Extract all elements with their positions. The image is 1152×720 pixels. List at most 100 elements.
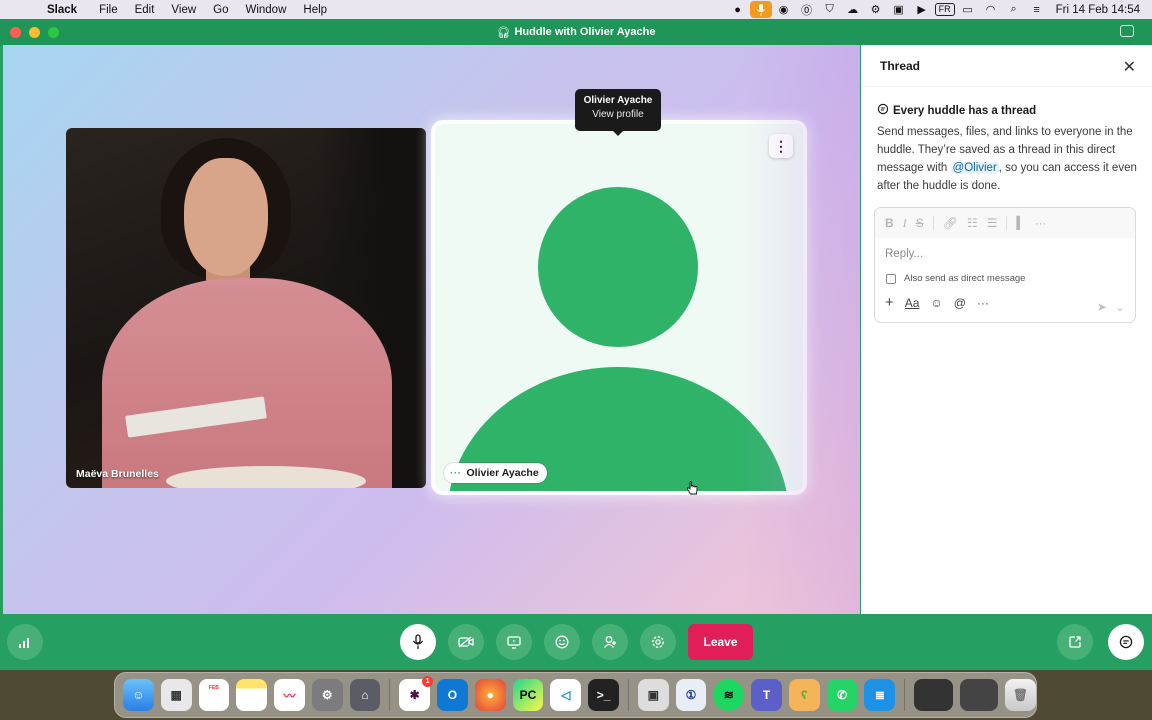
menu-go[interactable]: Go [213, 4, 228, 16]
reply-input[interactable]: Reply... [885, 248, 1135, 260]
send-options-chevron-icon[interactable]: ⌄ [1115, 300, 1125, 314]
vscode-icon[interactable]: ◁ [550, 679, 582, 711]
signal-icon[interactable] [7, 624, 43, 660]
spotify-icon[interactable]: ≋ [713, 679, 745, 711]
mention-olivier[interactable]: @Olivier [950, 162, 999, 174]
1password-dock-icon[interactable]: ① [675, 679, 707, 711]
mention-icon[interactable]: @ [954, 296, 966, 310]
search-icon[interactable]: ⌕ [1003, 0, 1025, 19]
link-icon[interactable]: 🔗︎ [943, 216, 958, 230]
alfred-icon[interactable]: ⌂ [349, 679, 381, 711]
blockquote-icon[interactable]: ▍ [1016, 216, 1025, 230]
emoji-icon[interactable]: ☺ [930, 296, 942, 310]
minimized-window-2-icon[interactable] [959, 679, 999, 711]
italic-icon[interactable]: I [903, 216, 907, 231]
firefox-icon[interactable]: ● [474, 679, 506, 711]
hand-cursor-icon [686, 481, 698, 495]
huddle-window: 🎧︎ Huddle with Olivier Ayache Maëva Brun… [0, 19, 1152, 670]
trash-icon[interactable]: 🗑︎ [1005, 679, 1036, 711]
leave-button[interactable]: Leave [688, 624, 753, 660]
more-format-icon[interactable]: ··· [1035, 216, 1047, 230]
minimized-window-1-icon[interactable] [914, 679, 953, 711]
tooltip-view-profile[interactable]: View profile [575, 109, 661, 120]
input-source[interactable]: FR [934, 3, 955, 16]
menu-edit[interactable]: Edit [135, 4, 155, 16]
battery-icon[interactable]: ▭ [957, 0, 979, 19]
popout-button[interactable] [1057, 624, 1093, 660]
record-icon[interactable]: ● [727, 0, 749, 19]
picture-in-picture-icon[interactable] [1120, 25, 1134, 37]
more-actions-icon[interactable]: ··· [977, 296, 989, 310]
ordered-list-icon[interactable]: ☷ [967, 216, 978, 230]
whatsapp-icon[interactable]: ✆ [826, 679, 858, 711]
notes-icon[interactable] [236, 679, 268, 711]
send-area: ➤ ⌄ [1097, 300, 1125, 314]
thread-info-title: Every huddle has a thread [877, 103, 1152, 118]
terminal-icon[interactable]: >_ [588, 679, 619, 711]
reply-composer: B I S 🔗︎ ☷ ☰ ▍ ··· Reply... Also send as… [874, 207, 1136, 323]
teams-icon[interactable]: T [751, 679, 782, 711]
close-window-button[interactable] [10, 27, 21, 38]
participant-name-maeva: Maëva Brunelles [76, 468, 159, 480]
slack-icon[interactable]: ✱ 1 [399, 676, 434, 711]
thread-info-heading: Every huddle has a thread [893, 104, 1037, 117]
text-format-icon[interactable]: Aa [905, 296, 920, 310]
video-off-button[interactable] [448, 624, 484, 660]
screenshot-icon[interactable]: ▣ [888, 0, 910, 19]
dm-checkbox-row[interactable]: Also send as direct message [886, 273, 1135, 284]
send-icon[interactable]: ➤ [1097, 300, 1107, 314]
docker-icon[interactable]: ≣ [864, 679, 896, 711]
pycharm-icon[interactable]: PC [512, 679, 544, 711]
system-settings-icon[interactable]: ⚙ [311, 679, 343, 711]
invite-button[interactable] [592, 624, 628, 660]
headphones-icon: 🎧︎ [496, 26, 511, 39]
calendar-day: 14 [207, 691, 221, 705]
menu-view[interactable]: View [171, 4, 196, 16]
mic-status-icon[interactable] [749, 1, 772, 18]
calendar-icon[interactable]: FEB 14 [198, 679, 230, 711]
thread-button[interactable] [1108, 624, 1144, 660]
game-controller-icon[interactable]: ◉ [773, 0, 795, 19]
bulleted-list-icon[interactable]: ☰ [987, 216, 998, 230]
strikethrough-icon[interactable]: S [916, 216, 924, 230]
menu-file[interactable]: File [99, 4, 118, 16]
preview-icon[interactable]: ▣ [637, 679, 669, 711]
menu-app-name[interactable]: Slack [47, 4, 77, 16]
menu-window[interactable]: Window [245, 4, 286, 16]
dock-divider [627, 679, 629, 711]
freeform-icon[interactable]: 〰 [274, 679, 305, 711]
plus-icon[interactable]: + [885, 294, 894, 311]
bold-icon[interactable]: B [885, 216, 894, 230]
finder-icon[interactable]: ☺ [123, 679, 154, 711]
participant-tile-olivier[interactable]: ⋮ ··· Olivier Ayache [435, 124, 803, 491]
shield-icon[interactable]: ⛉ [819, 0, 841, 19]
control-center-icon[interactable]: ≡ [1026, 0, 1048, 19]
menu-help[interactable]: Help [303, 4, 327, 16]
participant-name-chip-olivier[interactable]: ··· Olivier Ayache [444, 463, 547, 483]
bear-icon[interactable]: ʕ [788, 679, 820, 711]
close-thread-icon[interactable]: ✕ [1123, 57, 1136, 77]
tile-more-button[interactable]: ⋮ [769, 134, 793, 158]
photo-shirt [102, 278, 392, 488]
dm-checkbox[interactable] [886, 273, 896, 284]
participant-tile-maeva[interactable]: Maëva Brunelles [66, 128, 426, 488]
huddle-stage: Maëva Brunelles ⋮ ··· Olivier Ayache Oli… [3, 45, 860, 614]
format-toolbar: B I S 🔗︎ ☷ ☰ ▍ ··· [875, 208, 1135, 238]
settings-button[interactable] [640, 624, 676, 660]
emoji-button[interactable] [544, 624, 580, 660]
minimize-window-button[interactable] [29, 27, 40, 38]
avatar-placeholder-head [538, 187, 698, 347]
thread-bubble-icon [877, 103, 889, 118]
zoom-window-button[interactable] [48, 27, 59, 38]
cloud-icon[interactable]: ☁ [842, 0, 864, 19]
launchpad-icon[interactable]: ▦ [160, 679, 192, 711]
screen-share-button[interactable] [496, 624, 532, 660]
outlook-icon[interactable]: O [437, 679, 468, 711]
profile-tooltip[interactable]: Olivier Ayache View profile [575, 89, 661, 136]
menubar-clock[interactable]: Fri 14 Feb 14:54 [1056, 4, 1140, 16]
1password-icon[interactable]: ⓪ [796, 0, 818, 19]
gear-status-icon[interactable]: ⚙ [865, 0, 887, 19]
mic-button[interactable] [400, 624, 436, 660]
wifi-icon[interactable]: ◠ [980, 0, 1002, 19]
play-icon[interactable]: ▶ [911, 0, 933, 19]
